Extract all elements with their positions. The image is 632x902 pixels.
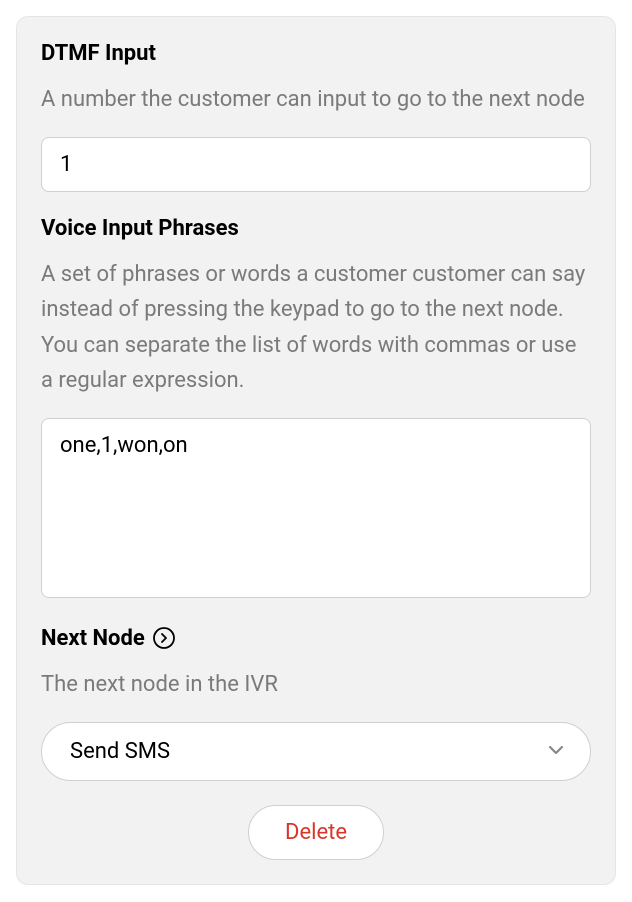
- next-node-select[interactable]: Send SMS: [41, 722, 591, 781]
- delete-button-wrapper: Delete: [41, 805, 591, 860]
- next-node-label-text: Next Node: [41, 626, 145, 651]
- dtmf-label: DTMF Input: [41, 41, 591, 66]
- next-node-field-group: Next Node The next node in the IVR Send …: [41, 626, 591, 781]
- voice-label: Voice Input Phrases: [41, 216, 591, 241]
- next-node-select-wrapper: Send SMS: [41, 722, 591, 781]
- chevron-right-circle-icon: [153, 627, 175, 649]
- voice-description: A set of phrases or words a customer cus…: [41, 257, 591, 398]
- dtmf-description: A number the customer can input to go to…: [41, 82, 591, 117]
- next-node-description: The next node in the IVR: [41, 667, 591, 702]
- voice-field-group: Voice Input Phrases A set of phrases or …: [41, 216, 591, 602]
- next-node-label: Next Node: [41, 626, 591, 651]
- delete-button[interactable]: Delete: [248, 805, 384, 860]
- dtmf-field-group: DTMF Input A number the customer can inp…: [41, 41, 591, 192]
- config-panel: DTMF Input A number the customer can inp…: [16, 16, 616, 885]
- dtmf-input[interactable]: [41, 137, 591, 192]
- voice-input[interactable]: [41, 418, 591, 598]
